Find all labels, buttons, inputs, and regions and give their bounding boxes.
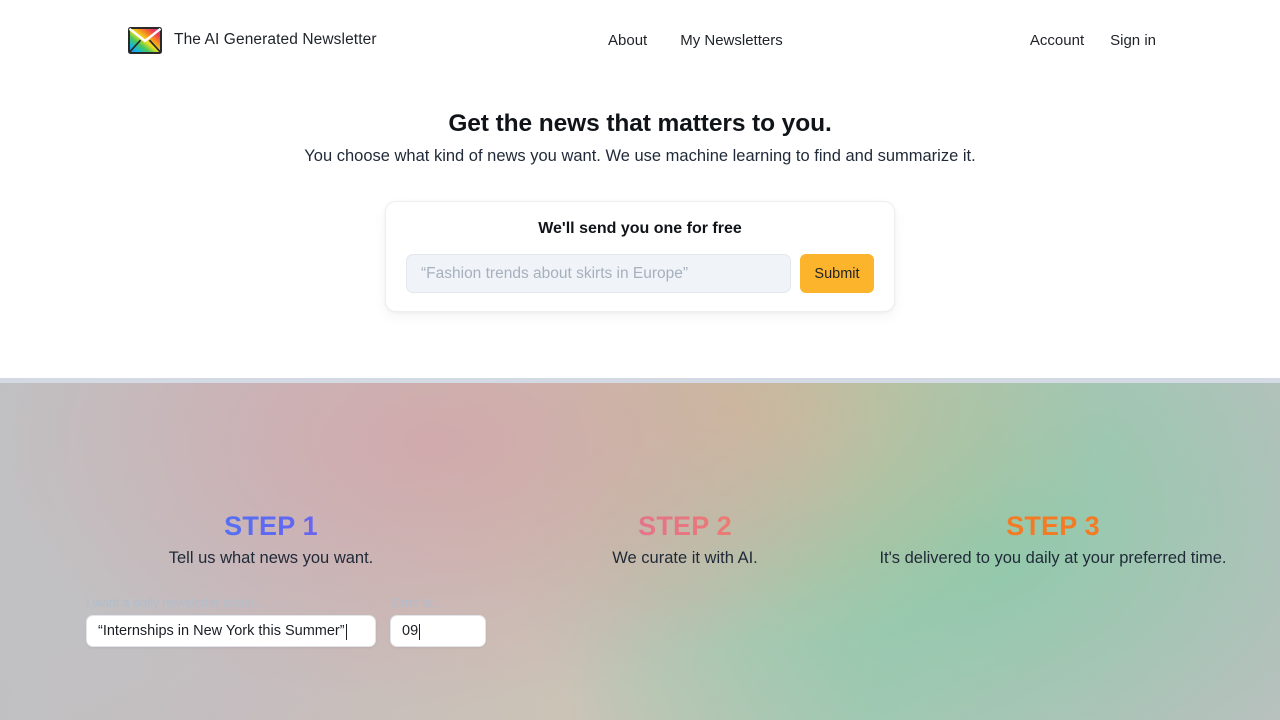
step-2-title: STEP 2 bbox=[500, 511, 870, 541]
text-caret-icon bbox=[345, 624, 347, 640]
site-header: The AI Generated Newsletter About My New… bbox=[0, 0, 1280, 80]
steps-row: STEP 1 Tell us what news you want. STEP … bbox=[0, 383, 1280, 720]
page-subtitle: You choose what kind of news you want. W… bbox=[304, 147, 976, 166]
signup-card-title: We'll send you one for free bbox=[538, 220, 742, 237]
hero-copy: Get the news that matters to you. You ch… bbox=[0, 108, 1280, 168]
step-3: STEP 3 It's delivered to you daily at yo… bbox=[868, 511, 1238, 570]
step-2: STEP 2 We curate it with AI. bbox=[500, 511, 870, 570]
step-2-description: We curate it with AI. bbox=[612, 549, 758, 568]
nav-link-my-newsletters[interactable]: My Newsletters bbox=[680, 32, 783, 49]
daily-topic-field-group: I want a daily newsletter about... “Inte… bbox=[86, 596, 376, 647]
step-1-title: STEP 1 bbox=[86, 511, 456, 541]
step-3-title: STEP 3 bbox=[868, 511, 1238, 541]
signup-form: Submit bbox=[406, 254, 874, 293]
submit-button[interactable]: Submit bbox=[800, 254, 874, 293]
account-nav: Account Sign in bbox=[1030, 32, 1156, 49]
step-1-mini-form: I want a daily newsletter about... “Inte… bbox=[86, 596, 486, 647]
rainbow-envelope-icon bbox=[128, 26, 162, 54]
page-title: Get the news that matters to you. bbox=[448, 110, 832, 137]
step-1: STEP 1 Tell us what news you want. bbox=[86, 511, 456, 570]
landing-page: The AI Generated Newsletter About My New… bbox=[0, 0, 1280, 720]
daily-topic-input[interactable]: “Internships in New York this Summer” bbox=[86, 615, 376, 647]
step-3-description: It's delivered to you daily at your pref… bbox=[879, 549, 1227, 568]
step-1-description: Tell us what news you want. bbox=[168, 549, 374, 568]
text-caret-icon bbox=[419, 624, 421, 640]
nav-link-account[interactable]: Account bbox=[1030, 32, 1084, 49]
brand-home-link[interactable]: The AI Generated Newsletter bbox=[128, 26, 377, 54]
daily-topic-label: I want a daily newsletter about... bbox=[86, 596, 265, 610]
nav-link-sign-in[interactable]: Sign in bbox=[1110, 32, 1156, 49]
hero-section: The AI Generated Newsletter About My New… bbox=[0, 0, 1280, 380]
steps-section: STEP 1 Tell us what news you want. STEP … bbox=[0, 383, 1280, 720]
send-time-value: 09 bbox=[402, 623, 419, 639]
primary-nav: About My Newsletters bbox=[608, 32, 783, 49]
nav-link-about[interactable]: About bbox=[608, 32, 647, 49]
send-time-field-group: Send at... 09 bbox=[390, 596, 486, 647]
brand-name: The AI Generated Newsletter bbox=[174, 31, 377, 48]
signup-card: We'll send you one for free Submit bbox=[385, 201, 895, 312]
send-time-label: Send at... bbox=[390, 596, 444, 610]
send-time-input[interactable]: 09 bbox=[390, 615, 486, 647]
newsletter-topic-input[interactable] bbox=[406, 254, 791, 293]
daily-topic-value: “Internships in New York this Summer” bbox=[98, 623, 345, 639]
